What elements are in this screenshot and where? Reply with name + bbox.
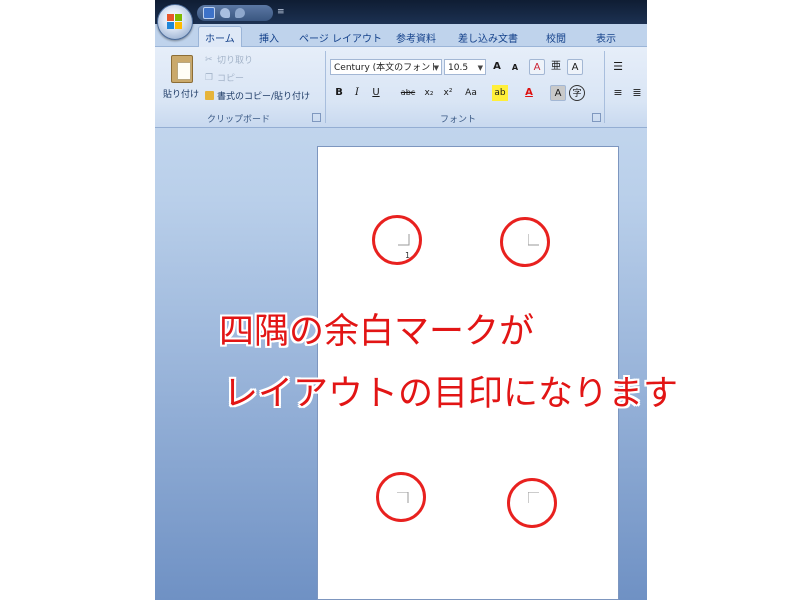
bold-button[interactable]: B [331, 85, 347, 101]
font-size-value: 10.5 [448, 63, 469, 73]
clipboard-group-label: クリップボード [207, 115, 271, 125]
subscript-button[interactable]: x₂ [421, 85, 437, 101]
align-left-icon[interactable]: ≡ [610, 85, 626, 101]
highlight-circle-bottom-left [376, 472, 426, 522]
tab-insert[interactable]: 挿入 [259, 30, 279, 45]
chevron-down-icon: ▼ [477, 64, 483, 72]
tab-view[interactable]: 表示 [596, 30, 616, 45]
font-name-select[interactable]: Century (本文のフォント ▼ [330, 59, 442, 75]
format-painter-label: 書式のコピー/貼り付け [217, 92, 311, 102]
annotation-line-2: レイアウトの目印になります [223, 374, 679, 414]
chevron-down-icon: ▼ [433, 64, 439, 72]
redo-icon[interactable] [235, 8, 245, 18]
office-button[interactable] [157, 4, 193, 40]
tab-mailings[interactable]: 差し込み文書 [458, 30, 518, 45]
italic-button[interactable]: I [349, 85, 365, 101]
cut-icon: ✂ [205, 55, 213, 65]
clear-format-button[interactable]: A [529, 59, 545, 75]
font-launcher-icon[interactable] [592, 113, 601, 122]
ribbon: 貼り付け ✂ 切り取り ❐ コピー 書式のコピー/貼り付け クリップボード Ce… [155, 47, 647, 128]
quick-access-toolbar [197, 5, 273, 21]
change-case-button[interactable]: Aa [461, 85, 481, 101]
highlight-button[interactable]: ab [492, 85, 508, 101]
character-shading-button[interactable]: A [550, 85, 566, 101]
save-icon[interactable] [203, 7, 215, 19]
font-group-label: フォント [440, 115, 477, 125]
group-divider [604, 51, 605, 123]
align-center-icon[interactable]: ≣ [629, 85, 645, 101]
bullets-icon[interactable]: ☰ [610, 59, 626, 75]
shrink-font-button[interactable]: A [507, 60, 523, 76]
tab-references[interactable]: 参考資料 [396, 30, 436, 45]
tab-home[interactable]: ホーム [198, 26, 242, 47]
grow-font-button[interactable]: A [489, 59, 505, 75]
highlight-circle-top-left [372, 215, 422, 265]
copy-button[interactable]: ❐ コピー [205, 71, 244, 84]
paste-icon [171, 55, 193, 83]
undo-icon[interactable] [220, 8, 230, 18]
tab-page-layout[interactable]: ページ レイアウト [299, 30, 382, 45]
font-size-select[interactable]: 10.5 ▼ [444, 59, 486, 75]
phonetic-guide-button[interactable]: 亜 [548, 59, 564, 75]
office-button-icon [167, 14, 183, 30]
character-border-button[interactable]: A [567, 59, 583, 75]
qat-customize-icon[interactable]: ≡ [277, 7, 285, 17]
tab-review[interactable]: 校閲 [546, 30, 566, 45]
font-name-value: Century (本文のフォント [334, 63, 440, 73]
highlight-circle-top-right [500, 217, 550, 267]
superscript-button[interactable]: x² [440, 85, 456, 101]
format-painter-icon [205, 91, 214, 100]
highlight-circle-bottom-right [507, 478, 557, 528]
title-bar: ≡ [155, 0, 647, 24]
copy-label: コピー [217, 74, 245, 84]
cut-label: 切り取り [217, 56, 254, 66]
copy-icon: ❐ [205, 73, 214, 83]
enclose-characters-button[interactable]: 字 [569, 85, 585, 101]
paste-button[interactable]: 貼り付け [161, 53, 201, 108]
group-divider [325, 51, 326, 123]
paste-label: 貼り付け [162, 90, 199, 100]
font-color-button[interactable]: A [521, 85, 537, 101]
ribbon-tab-bar: ホーム 挿入 ページ レイアウト 参考資料 差し込み文書 校閲 表示 [155, 24, 647, 47]
clipboard-launcher-icon[interactable] [312, 113, 321, 122]
underline-button[interactable]: U [368, 85, 384, 101]
strikethrough-button[interactable]: abc [398, 85, 418, 101]
format-painter-button[interactable]: 書式のコピー/貼り付け [205, 89, 310, 102]
cut-button[interactable]: ✂ 切り取り [205, 53, 253, 66]
annotation-line-1: 四隅の余白マークが [219, 312, 535, 352]
